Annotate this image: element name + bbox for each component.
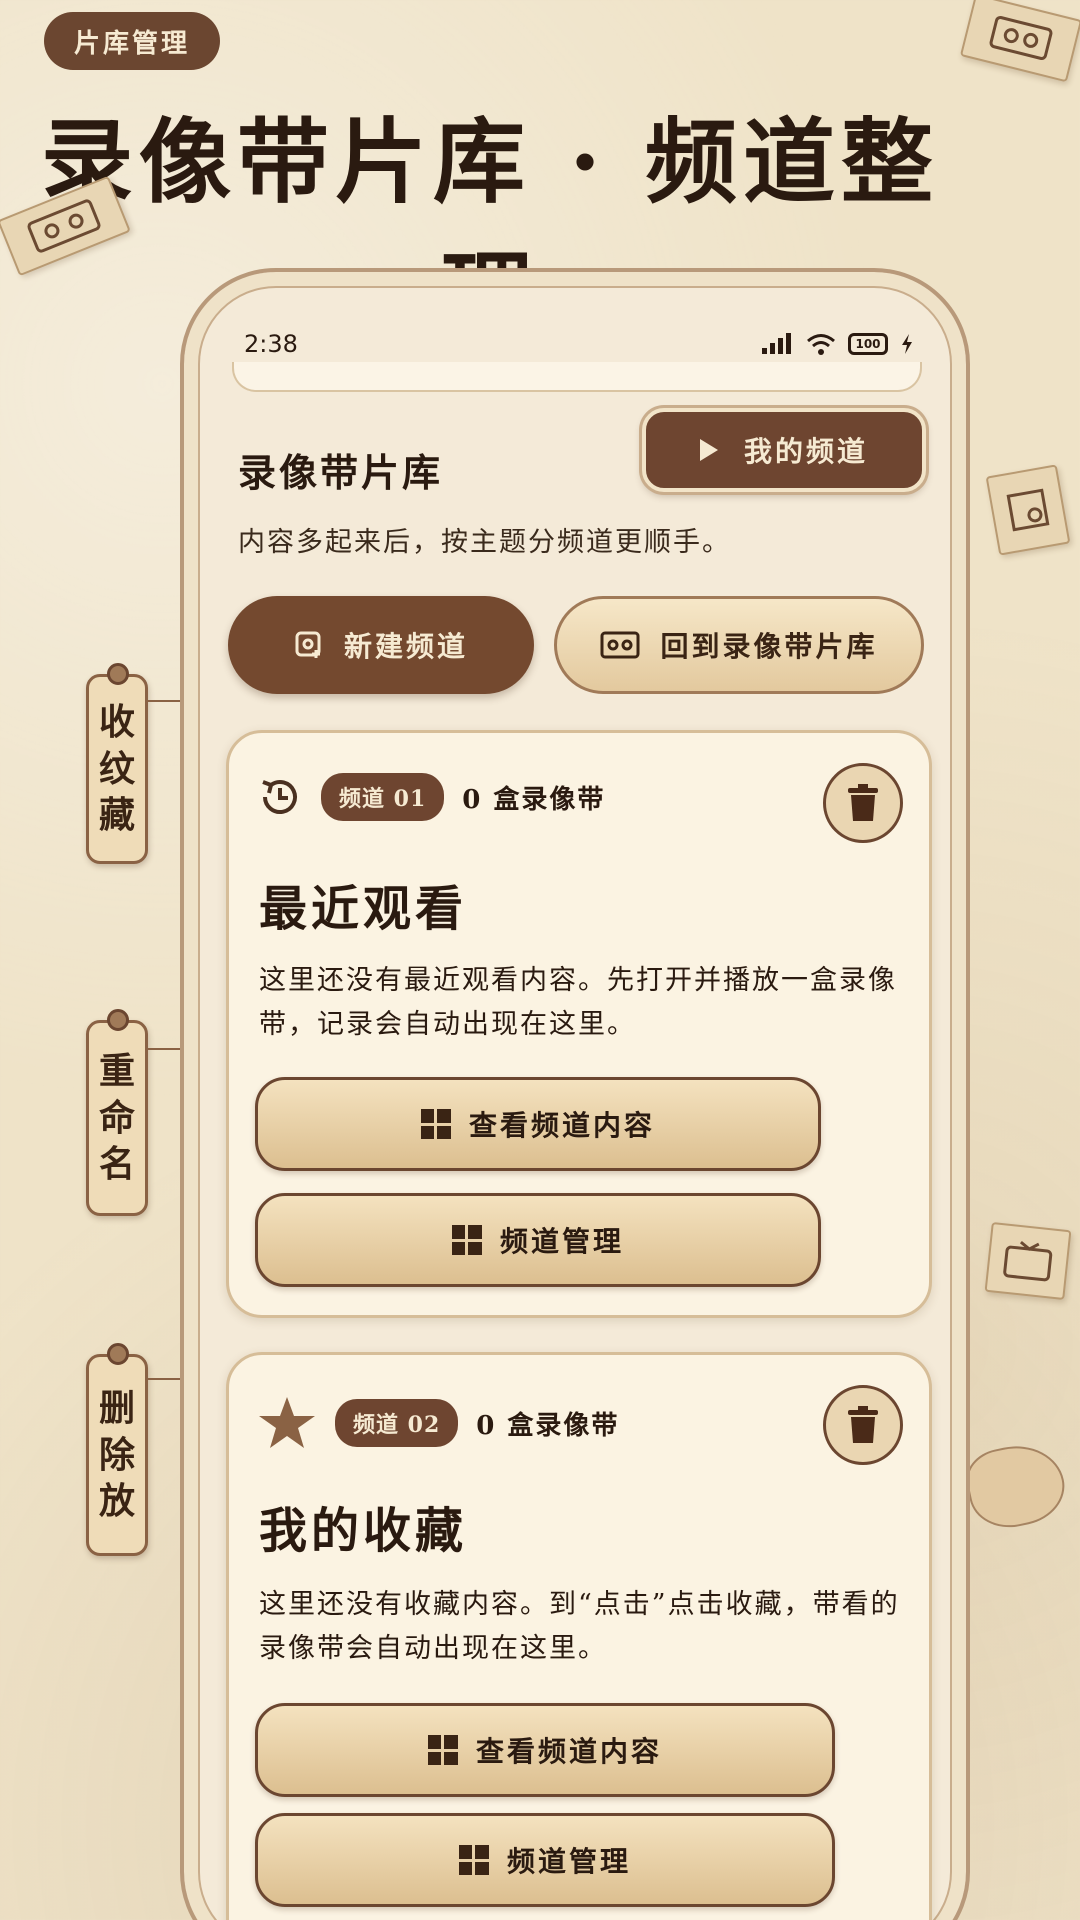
phone-frame: 2:38 100 录像带片库 内容多起来后，按主题分频道更顺手。 我的频道 新建… (180, 268, 970, 1920)
my-channel-button[interactable]: 我的频道 (642, 408, 926, 492)
view-channel-label: 查看频道内容 (468, 1109, 655, 1142)
charging-icon (902, 334, 912, 354)
channel-description: 这里还没有收藏内容。到“点击”点击收藏，带看的录像带会自动出现在这里。 (259, 1589, 900, 1664)
side-tag-label: 删除放 (98, 1386, 135, 1523)
previous-card-edge (232, 362, 922, 392)
photo-sticker-icon (985, 464, 1071, 556)
grid-icon (451, 1225, 482, 1255)
history-icon (262, 780, 297, 814)
battery-icon: 100 (848, 333, 888, 355)
trash-icon (848, 784, 878, 821)
wifi-icon (807, 334, 835, 355)
eye-sticker-icon (960, 1436, 1072, 1536)
channel-count: 0 盒录像带 (476, 1410, 620, 1441)
play-icon (699, 439, 718, 461)
connector-line (148, 700, 182, 702)
manage-channel-button[interactable]: 频道管理 (255, 1193, 821, 1287)
delete-channel-button[interactable] (823, 763, 903, 843)
add-channel-icon (295, 631, 321, 658)
channel-card: 频道 01 0 盒录像带 最近观看 这里还没有最近观看内容。先打开并播放一盒录像… (226, 730, 932, 1318)
pin-icon (107, 663, 129, 685)
channel-badge: 频道 01 (321, 773, 445, 821)
new-channel-button[interactable]: 新建频道 (228, 596, 534, 694)
view-channel-label: 查看频道内容 (475, 1735, 662, 1768)
back-to-library-button[interactable]: 回到录像带片库 (554, 596, 924, 694)
back-to-library-label: 回到录像带片库 (660, 630, 878, 663)
channel-badge: 频道 02 (335, 1399, 459, 1447)
side-tag-label: 重命名 (98, 1049, 135, 1186)
cassette-icon (600, 631, 640, 659)
tv-sticker-icon (984, 1222, 1072, 1300)
pin-icon (107, 1009, 129, 1031)
side-tag-label: 收纹藏 (98, 700, 135, 837)
channel-title: 最近观看 (259, 881, 468, 937)
pin-icon (107, 1343, 129, 1365)
my-channel-label: 我的频道 (743, 435, 868, 468)
delete-channel-button[interactable] (823, 1385, 903, 1465)
star-icon (259, 1397, 315, 1448)
signal-icon (762, 333, 791, 354)
manage-channel-button[interactable]: 频道管理 (255, 1813, 835, 1907)
channel-count: 0 盒录像带 (462, 784, 606, 815)
new-channel-label: 新建频道 (343, 630, 468, 663)
grid-icon (427, 1735, 458, 1765)
manage-channel-label: 频道管理 (506, 1845, 631, 1878)
side-tag-delete[interactable]: 删除放 (86, 1343, 148, 1556)
channel-card: 频道 02 0 盒录像带 我的收藏 这里还没有收藏内容。到“点击”点击收藏，带看… (226, 1352, 932, 1920)
connector-line (148, 1048, 182, 1050)
status-bar: 2:38 100 (244, 324, 914, 364)
side-tag-collect[interactable]: 收纹藏 (86, 663, 148, 864)
page-tag: 片库管理 (44, 12, 220, 70)
grid-icon (420, 1109, 451, 1139)
trash-icon (848, 1406, 878, 1443)
cassette-sticker-icon (959, 0, 1080, 83)
library-description: 内容多起来后，按主题分频道更顺手。 (238, 527, 731, 558)
view-channel-button[interactable]: 查看频道内容 (255, 1703, 835, 1797)
channel-title: 我的收藏 (259, 1503, 468, 1559)
library-title: 录像带片库 (238, 450, 444, 495)
manage-channel-label: 频道管理 (499, 1225, 624, 1258)
side-tag-rename[interactable]: 重命名 (86, 1009, 148, 1216)
status-time: 2:38 (244, 330, 298, 358)
view-channel-button[interactable]: 查看频道内容 (255, 1077, 821, 1171)
connector-line (148, 1378, 182, 1380)
channel-description: 这里还没有最近观看内容。先打开并播放一盒录像带，记录会自动出现在这里。 (259, 965, 897, 1040)
grid-icon (458, 1845, 489, 1875)
